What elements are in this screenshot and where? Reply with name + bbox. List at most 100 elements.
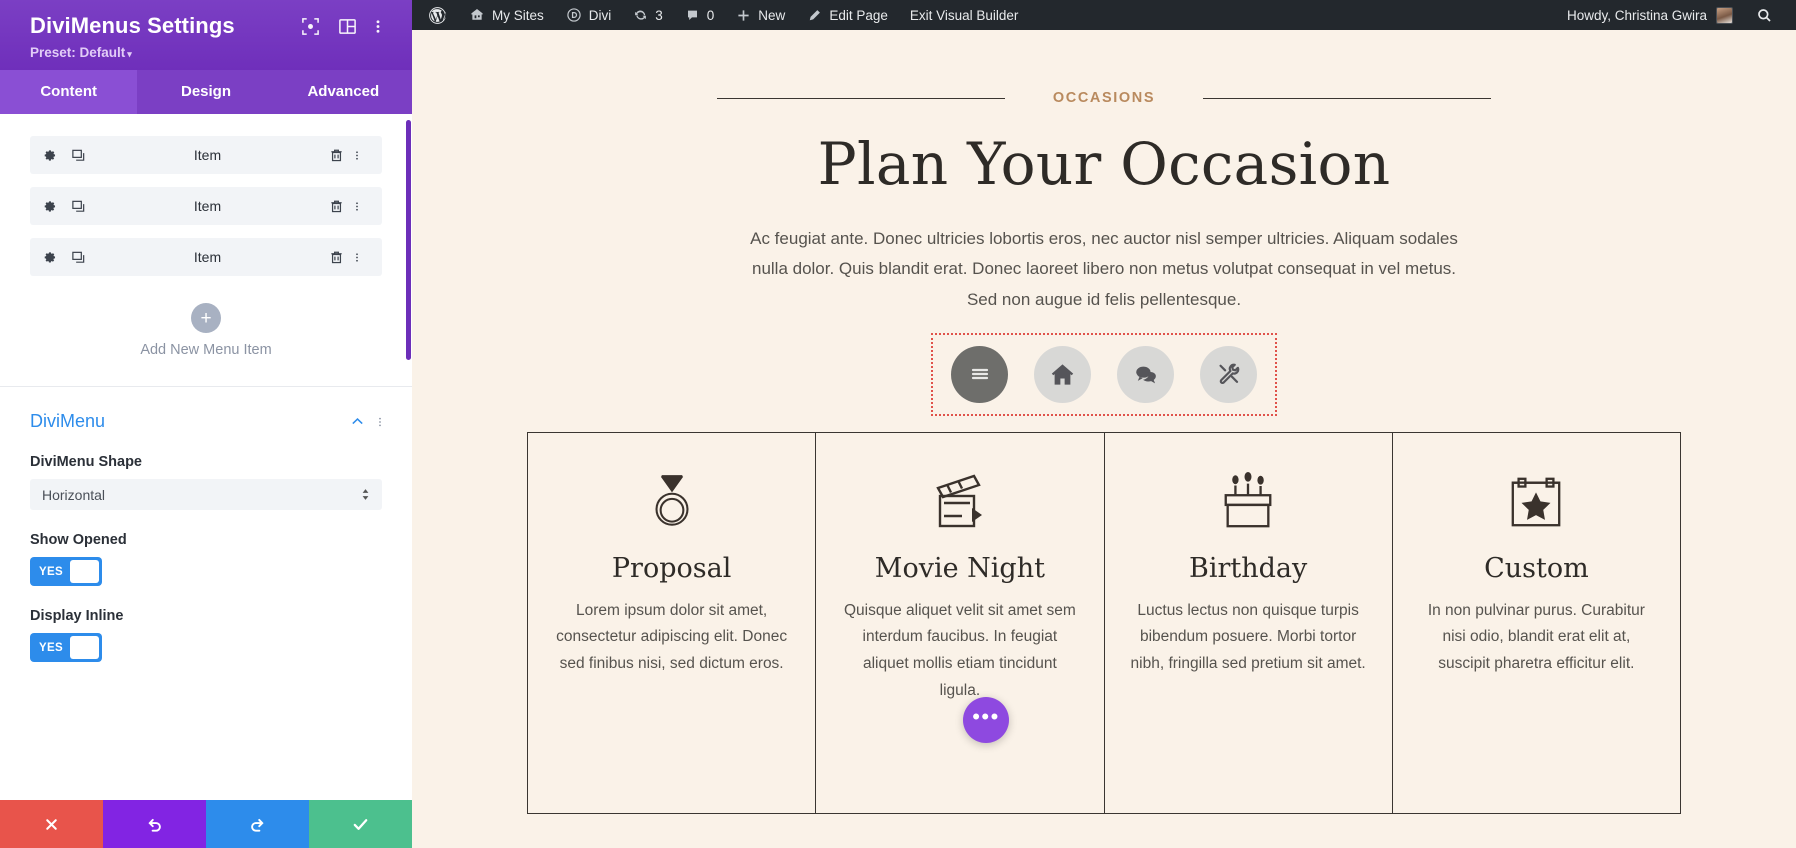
home-icon[interactable]: [1034, 345, 1091, 403]
settings-panel-header: DiviMenus Settings Preset: Default ▾: [0, 0, 412, 71]
account-menu[interactable]: Howdy, Christina Gwira: [1555, 6, 1745, 24]
divimenu-shape-value: Horizontal: [42, 486, 106, 503]
new-label: New: [758, 7, 786, 23]
edit-page-menu[interactable]: Edit Page: [796, 0, 899, 30]
pencil-icon: [810, 9, 821, 20]
my-sites-label: My Sites: [492, 7, 544, 23]
avatar: [1716, 6, 1733, 24]
trash-icon[interactable]: [329, 199, 344, 214]
new-content-menu[interactable]: New: [725, 0, 796, 30]
page-canvas: OCCASIONS Plan Your Occasion Ac feugiat …: [412, 30, 1796, 848]
vertical-dots-icon[interactable]: [375, 17, 394, 36]
focus-icon[interactable]: [301, 17, 320, 36]
duplicate-icon[interactable]: [71, 148, 86, 163]
card-title: Proposal: [611, 552, 732, 584]
tab-design[interactable]: Design: [137, 70, 274, 114]
divimenu-module-wrapper: [412, 332, 1796, 416]
display-inline-label: Display Inline: [30, 608, 124, 625]
wp-admin-bar: My Sites Divi 3 0 New Edit Page Exit Vis…: [412, 0, 1796, 30]
divimenus-settings-panel: DiviMenus Settings Preset: Default ▾ Con…: [0, 0, 412, 848]
exit-visual-builder-button[interactable]: Exit Visual Builder: [899, 0, 1030, 30]
select-arrows-icon: [361, 488, 370, 501]
display-inline-field: Display Inline YES: [30, 608, 382, 663]
panel-scrollbar[interactable]: [406, 120, 411, 361]
divimenu-shape-label: DiviMenu Shape: [30, 454, 142, 471]
divimenu-shape-field: DiviMenu Shape Horizontal: [30, 454, 382, 511]
card-text: Quisque aliquet velit sit amet sem inter…: [844, 601, 1076, 699]
birthday-cake-icon: [1131, 463, 1366, 541]
settings-panel-body: Item Item Item + Add New Menu Item DiviM…: [0, 114, 412, 800]
diamond-ring-icon: [554, 463, 789, 541]
list-item[interactable]: Item: [30, 238, 382, 277]
duplicate-icon[interactable]: [71, 199, 86, 214]
chevron-up-icon[interactable]: [350, 414, 365, 429]
updates-icon: [635, 10, 647, 20]
divimenu-section: DiviMenu DiviMenu Shape Horizontal Show …: [0, 387, 412, 663]
display-inline-toggle[interactable]: YES: [30, 633, 102, 663]
section-paragraph: Ac feugiat ante. Donec ultricies loborti…: [750, 229, 1458, 309]
add-new-menu-item-label[interactable]: Add New Menu Item: [30, 342, 382, 358]
my-sites-menu[interactable]: My Sites: [458, 0, 555, 30]
discard-button[interactable]: [0, 800, 103, 848]
updates-menu[interactable]: 3: [622, 0, 674, 30]
trash-icon[interactable]: [329, 148, 344, 163]
vertical-dots-icon[interactable]: [355, 250, 370, 265]
undo-button[interactable]: [103, 800, 206, 848]
howdy-label: Howdy, Christina Gwira: [1566, 7, 1707, 23]
cards-row: Proposal Lorem ipsum dolor sit amet, con…: [527, 431, 1681, 814]
card-movie-night[interactable]: Movie Night Quisque aliquet velit sit am…: [815, 432, 1103, 813]
check-icon: [353, 818, 368, 830]
divider-line-right: [1203, 97, 1492, 99]
list-item-label: Item: [193, 249, 222, 266]
settings-tabs: Content Design Advanced: [0, 70, 412, 115]
show-opened-toggle[interactable]: YES: [30, 557, 102, 587]
card-custom[interactable]: Custom In non pulvinar purus. Curabitur …: [1391, 432, 1680, 813]
card-proposal[interactable]: Proposal Lorem ipsum dolor sit amet, con…: [528, 433, 815, 813]
section-eyebrow: OCCASIONS: [1052, 90, 1156, 106]
card-text: Lorem ipsum dolor sit amet, consectetur …: [556, 601, 788, 673]
exit-visual-builder-label: Exit Visual Builder: [909, 7, 1019, 23]
vertical-dots-icon[interactable]: [355, 148, 370, 163]
show-opened-field: Show Opened YES: [30, 532, 382, 587]
gear-icon[interactable]: [42, 199, 57, 214]
visual-builder-fab[interactable]: •••: [963, 697, 1009, 743]
vertical-dots-icon[interactable]: [378, 414, 382, 430]
save-button[interactable]: [309, 800, 412, 848]
comments-menu[interactable]: 0: [674, 0, 726, 30]
redo-icon: [251, 818, 264, 832]
card-title: Movie Night: [874, 552, 1045, 584]
list-item-label: Item: [193, 147, 222, 164]
divi-label: Divi: [588, 7, 612, 23]
duplicate-icon[interactable]: [71, 250, 86, 265]
hamburger-menu-icon[interactable]: [951, 345, 1008, 403]
chat-bubbles-icon[interactable]: [1117, 345, 1174, 403]
wordpress-logo-icon[interactable]: [426, 0, 458, 30]
gear-icon[interactable]: [42, 148, 57, 163]
layout-columns-icon[interactable]: [338, 17, 357, 36]
vertical-dots-icon[interactable]: [355, 199, 370, 214]
page-preview: My Sites Divi 3 0 New Edit Page Exit Vis…: [412, 0, 1796, 848]
divimenu-shape-select[interactable]: Horizontal: [30, 479, 382, 511]
gear-icon[interactable]: [42, 250, 57, 265]
add-new-menu-item[interactable]: + Add New Menu Item: [30, 289, 382, 386]
tab-advanced[interactable]: Advanced: [275, 70, 412, 114]
plus-icon[interactable]: +: [191, 303, 221, 334]
divimenu-module[interactable]: [931, 332, 1277, 416]
search-button[interactable]: [1745, 0, 1784, 30]
calendar-star-icon: [1419, 463, 1654, 541]
divi-menu[interactable]: Divi: [555, 0, 623, 30]
list-item[interactable]: Item: [30, 187, 382, 226]
redo-button[interactable]: [206, 800, 309, 848]
list-item-label: Item: [193, 198, 222, 215]
list-item[interactable]: Item: [30, 136, 382, 175]
sites-icon: [471, 9, 483, 20]
edit-page-label: Edit Page: [829, 7, 888, 23]
tools-icon[interactable]: [1200, 345, 1257, 403]
card-birthday[interactable]: Birthday Luctus lectus non quisque turpi…: [1103, 432, 1392, 813]
tab-content[interactable]: Content: [0, 70, 138, 115]
trash-icon[interactable]: [329, 250, 344, 265]
display-inline-value: YES: [39, 641, 63, 654]
toggle-knob: [69, 560, 99, 584]
comments-icon: [687, 10, 697, 20]
preset-selector[interactable]: Preset: Default ▾: [30, 45, 394, 60]
